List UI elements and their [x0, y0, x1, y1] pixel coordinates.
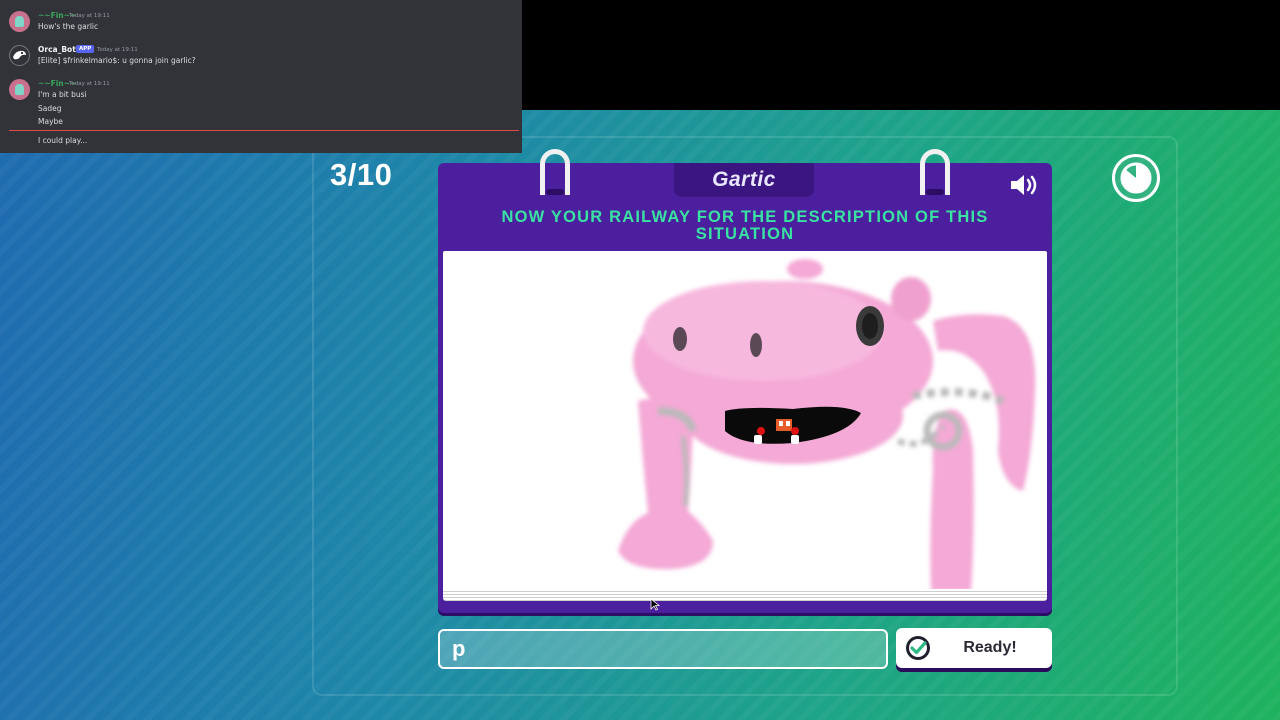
ready-button[interactable]: Ready! — [896, 628, 1052, 668]
avatar — [9, 45, 30, 66]
chat-timestamp: Today at 19:11 — [97, 47, 138, 53]
prompt-text: NOW YOUR RAILWAY FOR THE DESCRIPTION OF … — [501, 208, 989, 243]
avatar — [9, 11, 30, 32]
pig-drawing — [618, 259, 1036, 591]
mouse-cursor-icon — [650, 598, 660, 611]
chat-timestamp: Today at 19:11 — [69, 13, 110, 19]
round-counter: 3/10 — [330, 157, 393, 192]
app-badge: APP — [76, 45, 95, 53]
chat-timestamp: Today at 19:11 — [69, 81, 110, 87]
drawing-canvas — [443, 251, 1047, 591]
check-icon — [904, 634, 932, 662]
page-edge — [443, 589, 1047, 601]
ready-label: Ready! — [963, 639, 1017, 656]
new-messages-divider — [9, 130, 519, 131]
chat-text: Sadeg — [38, 104, 62, 113]
chat-text: How's the garlic — [38, 22, 99, 31]
chat-text: I'm a bit busi — [38, 90, 87, 99]
chat-overlay: ~~Fin~~ Today at 19:11 How's the garlic … — [0, 0, 522, 153]
speaker-icon[interactable] — [1008, 171, 1042, 199]
binder-ring-icon — [920, 149, 950, 195]
chat-author: Orca_Bot — [38, 45, 76, 54]
timer-icon — [1112, 154, 1160, 202]
binder-ring-icon — [540, 149, 570, 195]
game-card: Gartic NOW YOUR RAILWAY FOR THE DESCRIPT… — [438, 149, 1052, 613]
chat-text: Maybe — [38, 117, 63, 126]
answer-input[interactable] — [438, 629, 888, 669]
gartic-logo: Gartic — [674, 163, 814, 197]
chat-text: I could play... — [38, 136, 88, 145]
avatar — [9, 79, 30, 100]
chat-text: [Elite] $frinkelmario$: u gonna join gar… — [38, 56, 196, 65]
